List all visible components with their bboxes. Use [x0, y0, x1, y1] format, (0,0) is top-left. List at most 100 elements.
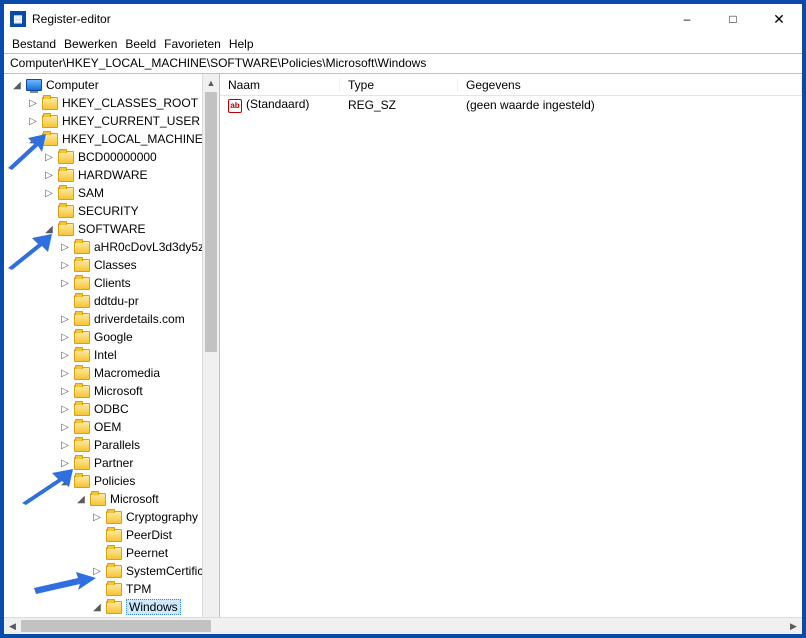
tree-row[interactable]: ▷ Classes: [6, 256, 219, 274]
tree-row[interactable]: ddtdu-pr: [6, 292, 219, 310]
chevron-right-icon[interactable]: ▷: [42, 150, 56, 164]
chevron-right-icon[interactable]: ▷: [58, 456, 72, 470]
tree-row[interactable]: ▷ HKEY_CURRENT_USER: [6, 112, 219, 130]
chevron-right-icon[interactable]: ▷: [26, 114, 40, 128]
tree-node-label[interactable]: Macromedia: [94, 366, 160, 380]
tree-row[interactable]: Peernet: [6, 544, 219, 562]
tree-node-label[interactable]: ODBC: [94, 402, 129, 416]
chevron-down-icon[interactable]: ◢: [58, 474, 72, 488]
scroll-right-icon[interactable]: ▶: [785, 618, 802, 635]
menu-beeld[interactable]: Beeld: [123, 36, 158, 52]
column-type[interactable]: Type: [340, 78, 458, 92]
tree-node-label[interactable]: Parallels: [94, 438, 140, 452]
chevron-right-icon[interactable]: ▷: [58, 348, 72, 362]
scroll-up-icon[interactable]: ▲: [203, 74, 219, 91]
list-header[interactable]: Naam Type Gegevens: [220, 74, 802, 96]
tree-row[interactable]: ▷ Cryptography: [6, 508, 219, 526]
tree-node-label[interactable]: ddtdu-pr: [94, 294, 139, 308]
chevron-right-icon[interactable]: ▷: [58, 384, 72, 398]
chevron-right-icon[interactable]: ▷: [58, 240, 72, 254]
tree-row[interactable]: ▷ HARDWARE: [6, 166, 219, 184]
tree-node-label[interactable]: PeerDist: [126, 528, 172, 542]
tree-row[interactable]: ◢ SOFTWARE: [6, 220, 219, 238]
tree-node-label[interactable]: Policies: [94, 474, 135, 488]
scroll-thumb[interactable]: [205, 92, 217, 352]
chevron-down-icon[interactable]: ◢: [74, 492, 88, 506]
tree-node-label[interactable]: Intel: [94, 348, 117, 362]
tree-row[interactable]: ▷ Partner: [6, 454, 219, 472]
horizontal-scrollbar[interactable]: ◀ ▶: [4, 617, 802, 634]
tree-node-label[interactable]: Microsoft: [94, 384, 143, 398]
chevron-right-icon[interactable]: ▷: [42, 186, 56, 200]
tree-row[interactable]: ▷ BCD00000000: [6, 148, 219, 166]
registry-tree[interactable]: ◢ Computer ▷ HKEY_CLASSES_ROOT ▷ HKEY_CURRENT…: [4, 74, 219, 634]
tree-node-label[interactable]: HKEY_LOCAL_MACHINE: [62, 132, 203, 146]
tree-row[interactable]: ▷ Macromedia: [6, 364, 219, 382]
chevron-right-icon[interactable]: ▷: [90, 564, 104, 578]
tree-node-label[interactable]: Microsoft: [110, 492, 159, 506]
tree-row[interactable]: SECURITY: [6, 202, 219, 220]
chevron-right-icon[interactable]: ▷: [58, 312, 72, 326]
tree-node-label[interactable]: Peernet: [126, 546, 168, 560]
menu-bestand[interactable]: Bestand: [10, 36, 58, 52]
tree-row[interactable]: ◢ Computer: [6, 76, 219, 94]
tree-row[interactable]: ▷SystemCertifica: [6, 562, 219, 580]
tree-node-label[interactable]: HARDWARE: [78, 168, 148, 182]
tree-row[interactable]: PeerDist: [6, 526, 219, 544]
chevron-down-icon[interactable]: ◢: [90, 600, 104, 614]
tree-node-label[interactable]: Clients: [94, 276, 131, 290]
tree-node-label[interactable]: driverdetails.com: [94, 312, 185, 326]
chevron-right-icon[interactable]: ▷: [42, 168, 56, 182]
value-row[interactable]: ab(Standaard) REG_SZ (geen waarde ingest…: [220, 96, 802, 114]
tree-node-label[interactable]: SOFTWARE: [78, 222, 146, 236]
hscroll-thumb[interactable]: [21, 620, 211, 632]
tree-node-label[interactable]: Partner: [94, 456, 133, 470]
tree-node-label[interactable]: HKEY_CLASSES_ROOT: [62, 96, 198, 110]
tree-node-label[interactable]: Google: [94, 330, 133, 344]
chevron-right-icon[interactable]: ▷: [58, 330, 72, 344]
tree-row[interactable]: ▷ ODBC: [6, 400, 219, 418]
chevron-down-icon[interactable]: ◢: [26, 132, 40, 146]
tree-row[interactable]: ▷ Google: [6, 328, 219, 346]
tree-row[interactable]: ▷ OEM: [6, 418, 219, 436]
chevron-down-icon[interactable]: ◢: [10, 78, 24, 92]
chevron-right-icon[interactable]: ▷: [26, 96, 40, 110]
maximize-button[interactable]: □: [710, 4, 756, 34]
tree-row[interactable]: ◢Windows: [6, 598, 219, 616]
column-data[interactable]: Gegevens: [458, 78, 802, 92]
tree-row[interactable]: TPM: [6, 580, 219, 598]
menu-help[interactable]: Help: [227, 36, 256, 52]
tree-row[interactable]: ▷ SAM: [6, 184, 219, 202]
tree-node-label[interactable]: Cryptography: [126, 510, 198, 524]
address-bar[interactable]: Computer\HKEY_LOCAL_MACHINE\SOFTWARE\Pol…: [4, 54, 802, 74]
tree-node-label[interactable]: SECURITY: [78, 204, 139, 218]
chevron-right-icon[interactable]: ▷: [58, 402, 72, 416]
scroll-left-icon[interactable]: ◀: [4, 618, 21, 635]
chevron-right-icon[interactable]: ▷: [58, 366, 72, 380]
tree-node-label[interactable]: Computer: [46, 78, 99, 92]
tree-node-label[interactable]: aHR0cDovL3d3dy5zb: [94, 240, 211, 254]
tree-node-label[interactable]: BCD00000000: [78, 150, 157, 164]
chevron-right-icon[interactable]: ▷: [58, 258, 72, 272]
tree-row[interactable]: ▷ Microsoft: [6, 382, 219, 400]
tree-row[interactable]: ◢ Microsoft: [6, 490, 219, 508]
column-name[interactable]: Naam: [220, 78, 340, 92]
tree-row[interactable]: ▷ aHR0cDovL3d3dy5zb: [6, 238, 219, 256]
chevron-right-icon[interactable]: ▷: [90, 510, 104, 524]
tree-row[interactable]: ▷ Intel: [6, 346, 219, 364]
tree-vertical-scrollbar[interactable]: ▲ ▼: [202, 74, 219, 634]
menu-bewerken[interactable]: Bewerken: [62, 36, 119, 52]
tree-row[interactable]: ▷Parallels: [6, 436, 219, 454]
tree-row[interactable]: ▷ driverdetails.com: [6, 310, 219, 328]
chevron-right-icon[interactable]: ▷: [58, 420, 72, 434]
tree-node-label[interactable]: HKEY_CURRENT_USER: [62, 114, 200, 128]
minimize-button[interactable]: –: [664, 4, 710, 34]
tree-node-label[interactable]: OEM: [94, 420, 121, 434]
tree-node-label[interactable]: Classes: [94, 258, 137, 272]
tree-node-label[interactable]: TPM: [126, 582, 151, 596]
chevron-right-icon[interactable]: ▷: [58, 276, 72, 290]
tree-row[interactable]: ◢ Policies: [6, 472, 219, 490]
tree-node-label[interactable]: SAM: [78, 186, 104, 200]
tree-row[interactable]: ◢ HKEY_LOCAL_MACHINE: [6, 130, 219, 148]
chevron-down-icon[interactable]: ◢: [42, 222, 56, 236]
